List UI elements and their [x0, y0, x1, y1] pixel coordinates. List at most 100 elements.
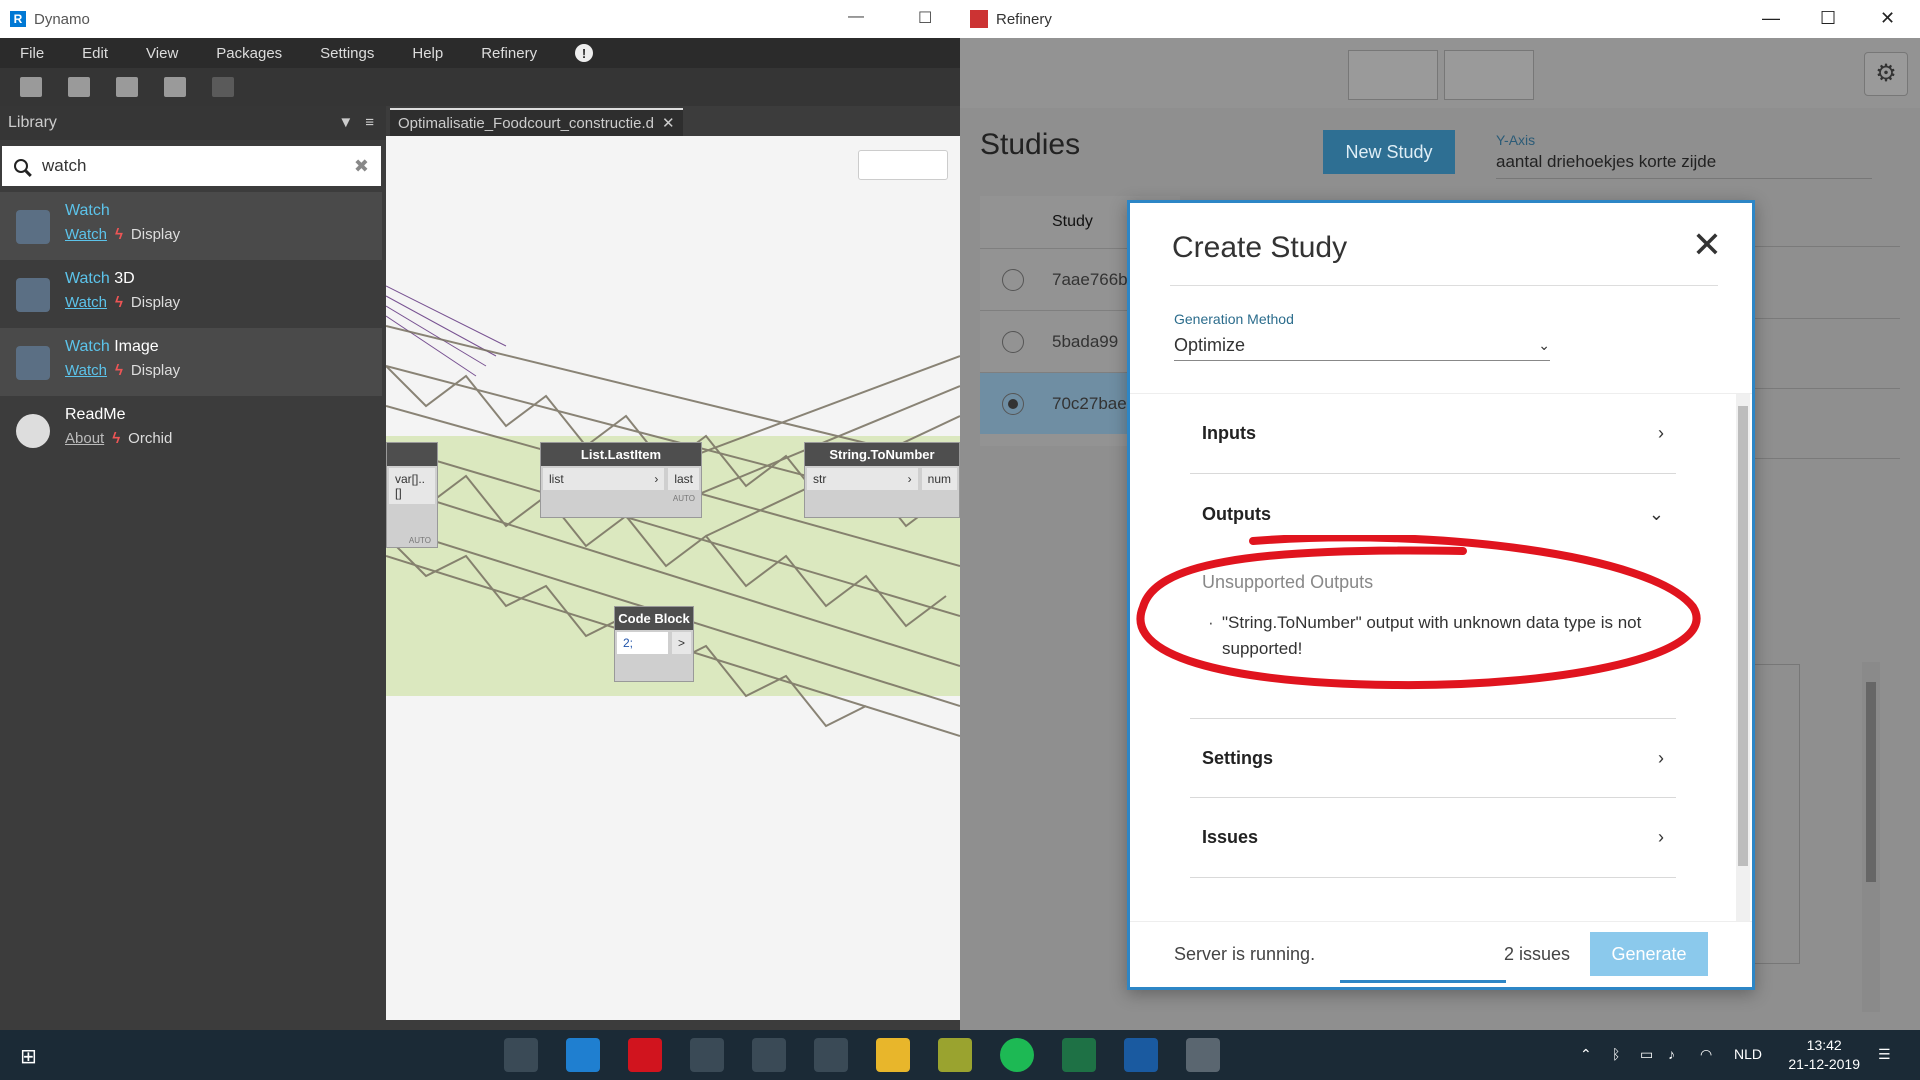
- refinery-title: Refinery: [996, 10, 1052, 28]
- bolt-icon: ϟ: [114, 226, 123, 243]
- generate-button[interactable]: Generate: [1590, 932, 1708, 976]
- node-code-block[interactable]: Code Block 2; >: [614, 606, 694, 682]
- node-list-lastitem[interactable]: List.LastItem list › last AUTO: [540, 442, 702, 518]
- new-study-button[interactable]: New Study: [1323, 130, 1455, 174]
- list-view-icon[interactable]: ≡: [365, 114, 374, 131]
- filter-icon[interactable]: ▼: [338, 114, 353, 131]
- panel-scrollbar[interactable]: [1862, 662, 1880, 1012]
- chevron-right-icon: ›: [1658, 423, 1664, 443]
- port-label: last: [674, 472, 693, 486]
- menu-settings[interactable]: Settings: [320, 45, 374, 62]
- section-settings[interactable]: Settings ›: [1190, 718, 1676, 798]
- library-item-watch-3d[interactable]: Watch 3D Watch ϟ Display: [0, 260, 382, 328]
- library-item-watch[interactable]: Watch Watch ϟ Display: [0, 192, 382, 260]
- windows-start-icon[interactable]: ⊞: [20, 1044, 37, 1069]
- node-input-port[interactable]: str ›: [807, 468, 918, 490]
- section-outputs[interactable]: Outputs ⌄: [1190, 474, 1676, 554]
- menu-view[interactable]: View: [146, 45, 178, 62]
- language-indicator[interactable]: NLD: [1734, 1046, 1762, 1062]
- item-category-link[interactable]: Watch: [65, 362, 107, 379]
- new-file-icon[interactable]: [20, 77, 42, 97]
- library-title: Library: [8, 114, 57, 131]
- graph-canvas[interactable]: var[]..[] AUTO List.LastItem list › last …: [386, 136, 960, 1020]
- open-file-icon[interactable]: [68, 77, 90, 97]
- search-input[interactable]: watch: [42, 156, 86, 176]
- whatsapp-icon[interactable]: [938, 1038, 972, 1072]
- undo-icon[interactable]: [164, 77, 186, 97]
- mail-icon[interactable]: [752, 1038, 786, 1072]
- netflix-icon[interactable]: [628, 1038, 662, 1072]
- excel-icon[interactable]: [1062, 1038, 1096, 1072]
- library-search[interactable]: watch ✖: [2, 146, 381, 186]
- calendar-icon[interactable]: [690, 1038, 724, 1072]
- close-tab-icon[interactable]: ✕: [662, 114, 675, 132]
- task-view-icon[interactable]: [504, 1038, 538, 1072]
- scrollbar-thumb[interactable]: [1866, 682, 1876, 882]
- notification-icon[interactable]: ☰: [1878, 1046, 1891, 1063]
- save-icon[interactable]: [116, 77, 138, 97]
- item-category-link[interactable]: About: [65, 430, 104, 447]
- y-axis-select[interactable]: aantal driehoekjes korte zijde: [1496, 152, 1872, 179]
- dialog-scrollbar[interactable]: [1736, 394, 1750, 923]
- workspace-tab[interactable]: Optimalisatie_Foodcourt_constructie.d ✕: [390, 108, 683, 136]
- item-category-link[interactable]: Watch: [65, 226, 107, 243]
- view-toggle-buttons[interactable]: [858, 150, 948, 180]
- battery-icon[interactable]: ▭: [1640, 1046, 1653, 1063]
- info-icon[interactable]: !: [575, 44, 594, 62]
- menu-help[interactable]: Help: [412, 45, 443, 62]
- clear-search-icon[interactable]: ✖: [354, 156, 369, 177]
- chart-view-toggle[interactable]: [1444, 50, 1534, 100]
- menu-refinery[interactable]: Refinery: [481, 45, 537, 62]
- section-inputs[interactable]: Inputs ›: [1190, 394, 1676, 474]
- menu-file[interactable]: File: [20, 45, 44, 62]
- edge-browser-icon[interactable]: [566, 1038, 600, 1072]
- maximize-icon[interactable]: ☐: [1820, 8, 1836, 29]
- refinery-topbar: ⚙: [960, 38, 1920, 108]
- minimize-icon[interactable]: —: [1762, 8, 1780, 29]
- radio-button[interactable]: [1002, 393, 1024, 415]
- issues-count[interactable]: 2 issues: [1504, 944, 1570, 965]
- clock-time: 13:42: [1806, 1037, 1842, 1053]
- revit-icon[interactable]: [1124, 1038, 1158, 1072]
- unsupported-outputs-message: "String.ToNumber" output with unknown da…: [1208, 610, 1652, 662]
- volume-icon[interactable]: ♪: [1668, 1046, 1675, 1062]
- code-editor[interactable]: 2;: [617, 632, 668, 654]
- grid-list-view-toggle[interactable]: [1348, 50, 1438, 100]
- scrollbar-thumb[interactable]: [1738, 406, 1748, 866]
- store-icon[interactable]: [814, 1038, 848, 1072]
- generation-method-select[interactable]: Optimize ⌄: [1174, 331, 1550, 361]
- node-input-port[interactable]: var[]..[]: [389, 468, 435, 504]
- library-item-readme[interactable]: ReadMe About ϟ Orchid: [0, 396, 382, 464]
- dialog-scroll-area[interactable]: Inputs › Outputs ⌄ Unsupported Outputs "…: [1130, 393, 1752, 923]
- maximize-icon[interactable]: ☐: [918, 8, 932, 28]
- node-output-port[interactable]: >: [671, 632, 691, 654]
- spotify-icon[interactable]: [1000, 1038, 1034, 1072]
- node-output-port[interactable]: last: [668, 468, 699, 490]
- library-item-watch-image[interactable]: Watch Image Watch ϟ Display: [0, 328, 382, 396]
- wifi-icon[interactable]: ◠: [1700, 1046, 1712, 1063]
- study-id: 5bada99: [1052, 331, 1119, 351]
- item-category-link[interactable]: Watch: [65, 294, 107, 311]
- bluetooth-icon[interactable]: ᛒ: [1612, 1046, 1620, 1062]
- refinery-taskbar-icon[interactable]: [1186, 1038, 1220, 1072]
- minimize-icon[interactable]: —: [848, 8, 864, 26]
- node-partial[interactable]: var[]..[] AUTO: [386, 442, 438, 548]
- radio-button[interactable]: [1002, 269, 1024, 291]
- node-string-tonumber[interactable]: String.ToNumber str › num: [804, 442, 960, 518]
- close-window-icon[interactable]: ✕: [1880, 8, 1895, 29]
- close-icon[interactable]: ✕: [1692, 225, 1722, 265]
- gear-icon[interactable]: ⚙: [1864, 52, 1908, 96]
- node-output-port[interactable]: num: [921, 468, 957, 490]
- chevron-right-icon: ›: [1658, 827, 1664, 847]
- node-input-port[interactable]: list ›: [543, 468, 665, 490]
- redo-icon[interactable]: [212, 77, 234, 97]
- menu-packages[interactable]: Packages: [216, 45, 282, 62]
- section-issues[interactable]: Issues ›: [1190, 798, 1676, 878]
- chevron-up-icon[interactable]: ⌃: [1580, 1046, 1592, 1063]
- radio-button[interactable]: [1002, 331, 1024, 353]
- file-explorer-icon[interactable]: [876, 1038, 910, 1072]
- menu-edit[interactable]: Edit: [82, 45, 108, 62]
- clock[interactable]: 13:42 21-12-2019: [1788, 1036, 1860, 1074]
- chevron-right-icon: ›: [907, 472, 912, 486]
- study-id: 7aae766b: [1052, 269, 1128, 289]
